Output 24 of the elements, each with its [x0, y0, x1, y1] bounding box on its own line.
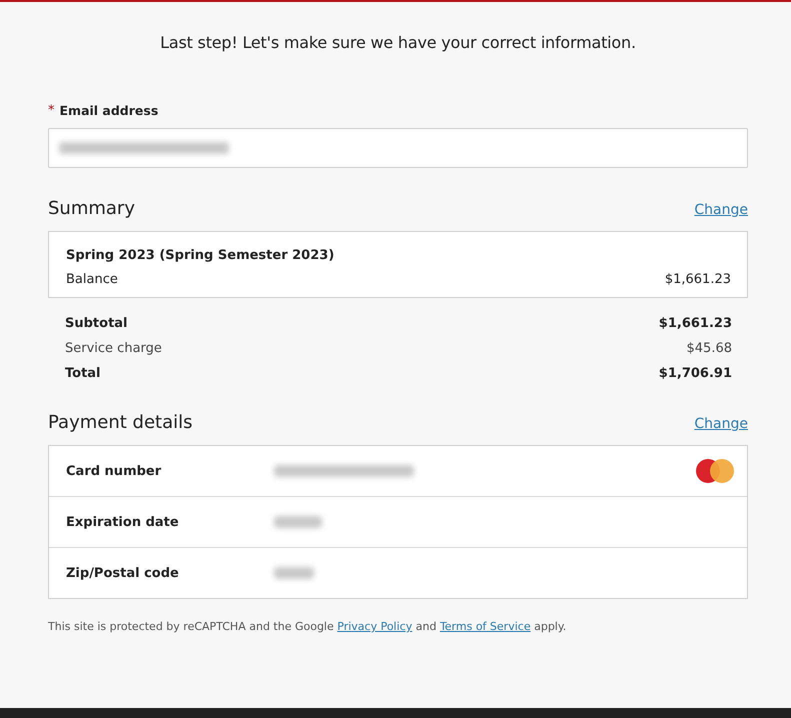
- total-label: Total: [65, 366, 101, 381]
- detail-label: Zip/Postal code: [66, 566, 180, 580]
- page-heading: Last step! Let's make sure we have your correct information.: [159, 33, 637, 54]
- line-amount: $1,661.23: [664, 272, 731, 287]
- total-amount: $45.68: [686, 341, 732, 356]
- field-label: Email address: [60, 103, 158, 118]
- term-title: Spring 2023 (Spring Semester 2023): [66, 248, 336, 263]
- change-link[interactable]: Change: [694, 416, 748, 432]
- required-asterisk-icon: *: [48, 103, 54, 118]
- detail-label: Card number: [66, 464, 162, 478]
- terms-of-service-link[interactable]: Terms of Service: [440, 620, 531, 633]
- detail-label: Expiration date: [66, 514, 180, 530]
- section-title: Summary: [48, 198, 135, 219]
- line-label: Balance: [66, 272, 118, 287]
- total-label: Service charge: [65, 341, 162, 356]
- section-title: Payment details: [48, 412, 192, 433]
- total-amount: $1,661.23: [658, 316, 732, 331]
- privacy-policy-link[interactable]: Privacy Policy: [337, 620, 412, 633]
- total-label: Subtotal: [65, 316, 128, 331]
- recaptcha-notice: This site is protected by reCAPTCHA and the Google Privacy Policy and Terms of Service apply.: [48, 620, 568, 633]
- change-link[interactable]: Change: [694, 202, 748, 218]
- total-amount: $1,706.91: [658, 366, 732, 381]
- email-input-field[interactable]: [48, 128, 748, 168]
- card-brand-icon: [694, 457, 736, 485]
